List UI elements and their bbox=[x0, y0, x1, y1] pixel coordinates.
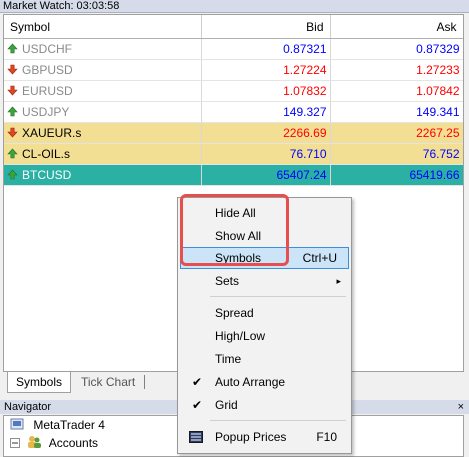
close-icon[interactable]: × bbox=[458, 400, 464, 414]
table-row[interactable]: XAUEUR.s 2266.69 2267.25 bbox=[4, 122, 463, 144]
ask-cell: 76.752 bbox=[330, 143, 463, 165]
tab-symbols-label: Symbols bbox=[16, 375, 63, 389]
bid-cell: 1.27224 bbox=[201, 59, 331, 81]
menu-item-sets-label: Sets bbox=[215, 274, 240, 288]
popup-prices-icon bbox=[189, 431, 203, 443]
arrow-up-icon bbox=[7, 43, 18, 54]
menu-item-popup-prices-shortcut: F10 bbox=[316, 430, 337, 444]
bid-cell: 76.710 bbox=[201, 143, 331, 165]
metatrader-icon bbox=[10, 418, 24, 430]
bid-cell: 1.07832 bbox=[201, 80, 331, 102]
bid-cell: 149.327 bbox=[201, 101, 331, 123]
menu-item-show-all[interactable]: Show All bbox=[180, 225, 349, 247]
arrow-down-icon bbox=[7, 64, 18, 75]
tab-symbols[interactable]: Symbols bbox=[7, 372, 72, 393]
table-row[interactable]: CL-OIL.s 76.710 76.752 bbox=[4, 143, 463, 165]
bid-cell: 65407.24 bbox=[201, 164, 331, 186]
window-title: Market Watch: 03:03:58 bbox=[3, 0, 120, 12]
menu-item-high-low-label: High/Low bbox=[215, 329, 266, 343]
ask-cell: 65419.66 bbox=[330, 164, 463, 186]
tab-tick-chart[interactable]: Tick Chart bbox=[73, 372, 143, 392]
tree-item-metatrader-label: MetaTrader 4 bbox=[33, 418, 105, 432]
menu-item-spread-label: Spread bbox=[215, 306, 254, 320]
tree-item-accounts-label: Accounts bbox=[48, 436, 99, 450]
symbol-name: XAUEUR.s bbox=[22, 126, 82, 140]
column-header-bid[interactable]: Bid bbox=[201, 15, 331, 39]
arrow-up-icon bbox=[7, 148, 18, 159]
tree-item-accounts[interactable]: Accounts bbox=[10, 435, 98, 451]
menu-item-show-all-label: Show All bbox=[215, 229, 262, 243]
submenu-arrow-icon: ▸ bbox=[336, 276, 341, 286]
symbol-cell: GBPUSD bbox=[4, 59, 202, 81]
ask-cell: 149.341 bbox=[330, 101, 463, 123]
menu-item-popup-prices-label: Popup Prices bbox=[215, 430, 287, 444]
check-icon: ✔ bbox=[192, 398, 203, 412]
symbol-name: GBPUSD bbox=[22, 63, 73, 77]
ask-cell: 1.07842 bbox=[330, 80, 463, 102]
menu-item-sets[interactable]: Sets ▸ bbox=[180, 270, 349, 292]
menu-item-time-label: Time bbox=[215, 352, 242, 366]
bid-cell: 0.87321 bbox=[201, 38, 331, 60]
menu-separator bbox=[210, 420, 346, 421]
symbol-cell: CL-OIL.s bbox=[4, 143, 202, 165]
column-header-symbol[interactable]: Symbol bbox=[4, 15, 202, 39]
menu-item-auto-arrange[interactable]: ✔ Auto Arrange bbox=[180, 371, 349, 393]
table-row[interactable]: GBPUSD 1.27224 1.27233 bbox=[4, 59, 463, 81]
menu-item-hide-all-label: Hide All bbox=[215, 206, 256, 220]
expand-icon[interactable] bbox=[10, 438, 20, 448]
symbol-cell: USDJPY bbox=[4, 101, 202, 123]
arrow-down-icon bbox=[7, 127, 18, 138]
menu-item-auto-arrange-label: Auto Arrange bbox=[215, 375, 286, 389]
column-header-ask[interactable]: Ask bbox=[330, 15, 463, 39]
tab-tick-chart-label: Tick Chart bbox=[81, 375, 136, 389]
menu-item-grid-label: Grid bbox=[215, 398, 238, 412]
market-watch-title-bar: Market Watch: 03:03:58 bbox=[0, 0, 469, 13]
symbol-cell: USDCHF bbox=[4, 38, 202, 60]
tab-separator bbox=[144, 375, 145, 389]
menu-item-time[interactable]: Time bbox=[180, 348, 349, 370]
menu-item-hide-all[interactable]: Hide All bbox=[180, 202, 349, 224]
symbol-cell: EURUSD bbox=[4, 80, 202, 102]
menu-item-symbols-shortcut: Ctrl+U bbox=[302, 251, 337, 265]
quotes-table: Symbol Bid Ask USDCHF 0.87321 0.87329 GBPUS… bbox=[4, 15, 463, 186]
symbol-name: CL-OIL.s bbox=[22, 147, 71, 161]
symbol-name: USDCHF bbox=[22, 42, 72, 56]
menu-item-grid[interactable]: ✔ Grid bbox=[180, 394, 349, 416]
navigator-title: Navigator bbox=[4, 401, 52, 413]
menu-item-popup-prices[interactable]: Popup Prices F10 bbox=[180, 426, 349, 448]
ask-cell: 1.27233 bbox=[330, 59, 463, 81]
check-icon: ✔ bbox=[192, 375, 203, 389]
accounts-icon bbox=[28, 436, 42, 448]
menu-item-high-low[interactable]: High/Low bbox=[180, 325, 349, 347]
table-row[interactable]: USDJPY 149.327 149.341 bbox=[4, 101, 463, 123]
ask-cell: 2267.25 bbox=[330, 122, 463, 144]
table-header-row: Symbol Bid Ask bbox=[4, 15, 463, 39]
menu-item-symbols-label: Symbols bbox=[215, 251, 262, 265]
menu-item-symbols[interactable]: Symbols Ctrl+U bbox=[180, 247, 349, 269]
arrow-down-icon bbox=[7, 85, 18, 96]
table-row[interactable]: USDCHF 0.87321 0.87329 bbox=[4, 38, 463, 60]
symbol-cell: XAUEUR.s bbox=[4, 122, 202, 144]
symbol-name: BTCUSD bbox=[22, 168, 72, 182]
symbol-name: EURUSD bbox=[22, 84, 73, 98]
table-row[interactable]: EURUSD 1.07832 1.07842 bbox=[4, 80, 463, 102]
symbol-cell: BTCUSD bbox=[4, 164, 202, 186]
menu-item-spread[interactable]: Spread bbox=[180, 302, 349, 324]
symbol-name: USDJPY bbox=[22, 105, 70, 119]
context-menu: Hide All Show All Symbols Ctrl+U Sets ▸ … bbox=[177, 197, 352, 454]
arrow-up-icon bbox=[7, 169, 18, 180]
tree-item-metatrader[interactable]: MetaTrader 4 bbox=[10, 417, 105, 433]
table-row[interactable]: BTCUSD 65407.24 65419.66 bbox=[4, 164, 463, 186]
bid-cell: 2266.69 bbox=[201, 122, 331, 144]
ask-cell: 0.87329 bbox=[330, 38, 463, 60]
menu-separator bbox=[210, 296, 346, 297]
arrow-up-icon bbox=[7, 106, 18, 117]
